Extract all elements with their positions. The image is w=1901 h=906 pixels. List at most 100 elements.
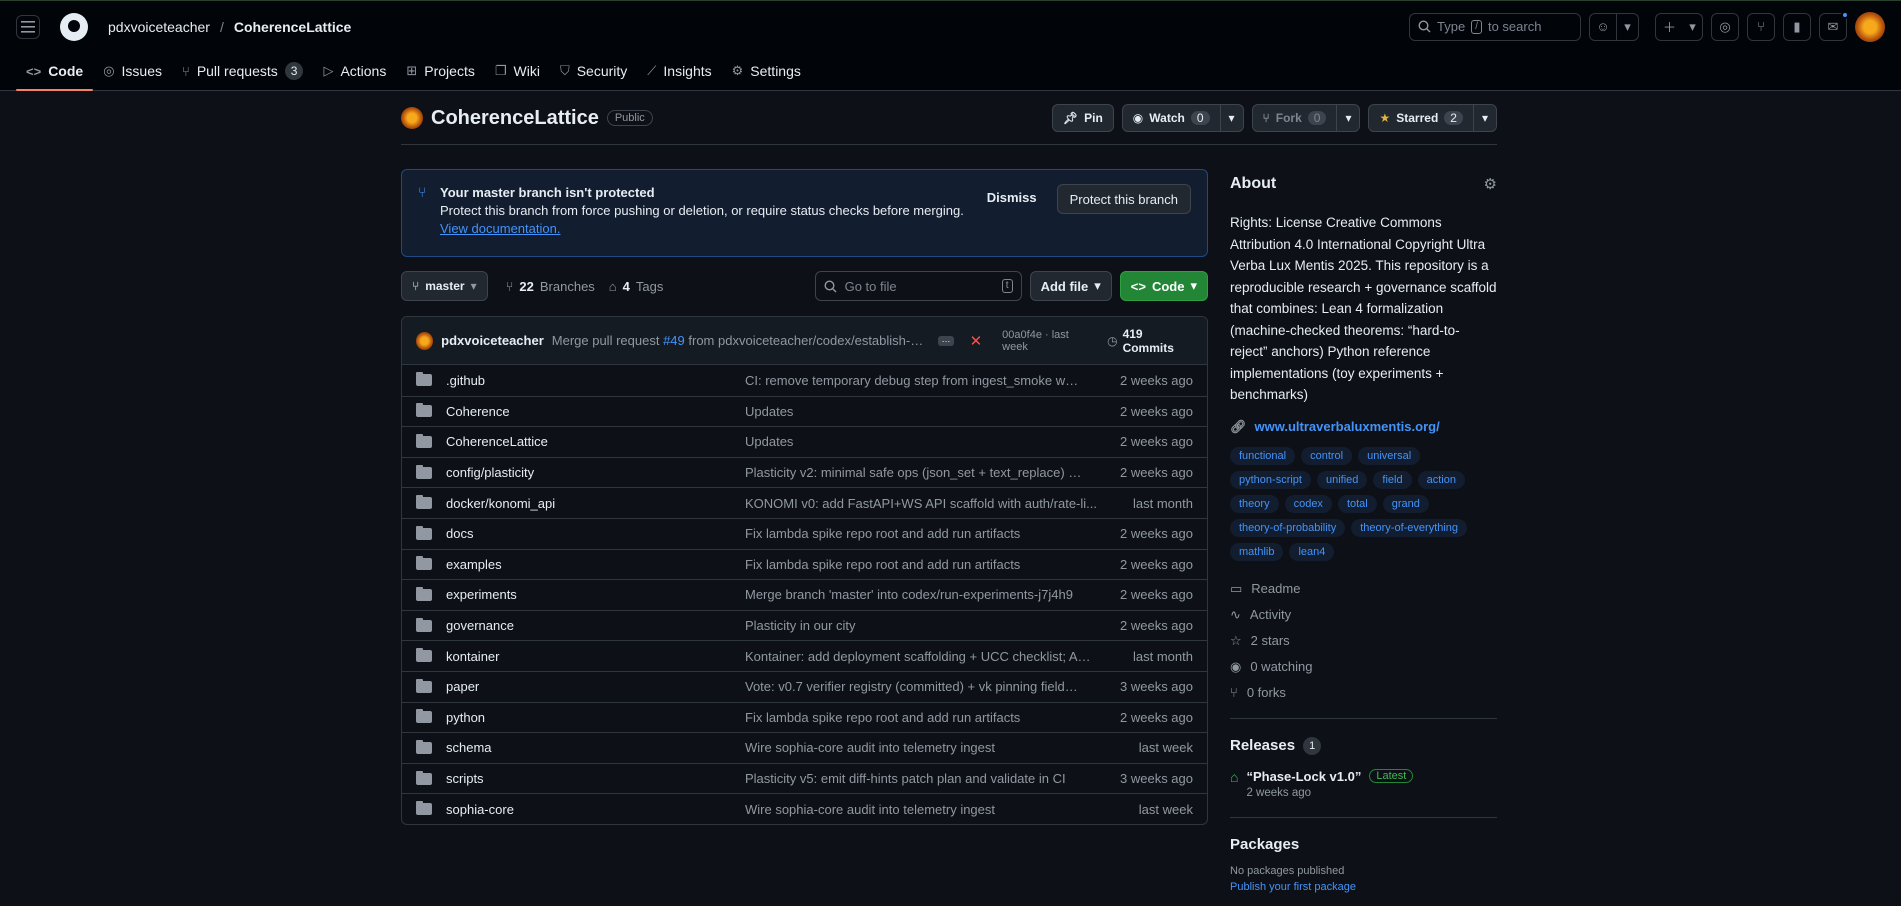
avatar[interactable] [416,331,434,350]
topic-tag[interactable]: functional [1230,446,1296,465]
branch-select[interactable]: ⑂ master ▾ [401,271,488,301]
file-name[interactable]: docker/konomi_api [446,496,745,511]
copilot-menu-button[interactable]: ▾ [1617,12,1639,41]
dismiss-button[interactable]: Dismiss [977,184,1047,211]
create-menu-button[interactable]: ▾ [1683,12,1703,41]
topic-tag[interactable]: field [1373,470,1412,489]
table-row[interactable]: docs Fix lambda spike repo root and add r… [402,517,1207,549]
tab-security[interactable]: ⛉ Security [550,52,637,90]
table-row[interactable]: config/plasticity Plasticity v2: minimal … [402,456,1207,488]
protect-branch-button[interactable]: Protect this branch [1056,184,1191,214]
expand-commit-button[interactable]: … [938,334,954,346]
topic-tag[interactable]: universal [1358,446,1421,465]
view-documentation-link[interactable]: View documentation. [440,221,560,236]
file-name[interactable]: Coherence [446,404,745,419]
table-row[interactable]: python Fix lambda spike repo root and add… [402,701,1207,733]
website-link[interactable]: 🔗︎ www.ultraverbaluxmentis.org/ [1230,419,1497,435]
topic-tag[interactable]: lean4 [1289,542,1335,561]
topic-tag[interactable]: unified [1316,470,1368,489]
inbox-button[interactable]: ✉ [1819,10,1849,41]
packages-heading[interactable]: Packages [1230,836,1299,853]
table-row[interactable]: .github CI: remove temporary debug step f… [402,365,1207,396]
file-name[interactable]: sophia-core [446,802,745,817]
topic-tag[interactable]: theory-of-everything [1351,518,1468,537]
starred-button[interactable]: ★ Starred 2 [1368,104,1474,132]
tab-actions[interactable]: ▷ Actions [313,52,396,90]
table-row[interactable]: scripts Plasticity v5: emit diff-hints pa… [402,762,1207,794]
file-name[interactable]: examples [446,557,745,572]
table-row[interactable]: paper Vote: v0.7 verifier registry (commi… [402,670,1207,702]
file-commit-message[interactable]: Updates [745,404,1120,419]
file-commit-message[interactable]: KONOMI v0: add FastAPI+WS API scaffold w… [745,496,1133,511]
topic-tag[interactable]: control [1301,446,1353,465]
website-url[interactable]: www.ultraverbaluxmentis.org/ [1255,419,1440,434]
table-row[interactable]: kontainer Kontainer: add deployment scaff… [402,640,1207,671]
table-row[interactable]: schema Wire sophia-core audit into teleme… [402,732,1207,763]
topic-tag[interactable]: theory-of-probability [1230,518,1346,537]
file-commit-message[interactable]: Merge branch 'master' into codex/run-exp… [745,587,1120,602]
table-row[interactable]: Coherence Updates 2 weeks ago [402,395,1207,427]
issues-button[interactable]: ◎ [1711,12,1739,41]
file-name[interactable]: governance [446,618,745,633]
create-new-button[interactable]: ＋ [1655,12,1683,41]
fork-button[interactable]: ⑂ Fork 0 [1251,104,1338,132]
repositories-button[interactable]: ▮ [1783,12,1811,41]
tab-settings[interactable]: ⚙ Settings [722,52,811,90]
file-name[interactable]: kontainer [446,649,745,664]
file-commit-message[interactable]: Wire sophia-core audit into telemetry in… [745,740,1139,755]
file-commit-message[interactable]: Kontainer: add deployment scaffolding + … [745,649,1133,664]
stars-link[interactable]: ☆ 2 stars [1230,633,1497,649]
branches-link[interactable]: ⑂ 22 Branches [506,279,595,294]
table-row[interactable]: governance Plasticity in our city 2 weeks … [402,609,1207,641]
go-to-file-input[interactable]: Go to file t [814,271,1022,301]
file-name[interactable]: docs [446,526,745,541]
pull-requests-button[interactable]: ⑂ [1747,12,1775,41]
file-name[interactable]: experiments [446,587,745,602]
file-commit-message[interactable]: Plasticity in our city [745,618,1120,633]
pull-request-link[interactable]: #49 [663,333,685,348]
commit-message[interactable]: Merge pull request #49 from pdxvoiceteac… [552,333,925,348]
table-row[interactable]: docker/konomi_api KONOMI v0: add FastAPI+… [402,487,1207,518]
file-commit-message[interactable]: Wire sophia-core audit into telemetry in… [745,802,1139,817]
fork-menu-button[interactable]: ▾ [1337,104,1361,132]
repo-link[interactable]: CoherenceLattice [234,19,351,35]
file-commit-message[interactable]: Fix lambda spike repo root and add run a… [745,557,1120,572]
file-commit-message[interactable]: CI: remove temporary debug step from ing… [745,373,1120,388]
file-name[interactable]: python [446,710,745,725]
tab-issues[interactable]: ◎ Issues [93,52,172,90]
releases-heading[interactable]: Releases [1230,737,1295,754]
file-name[interactable]: schema [446,740,745,755]
file-commit-message[interactable]: Plasticity v2: minimal safe ops (json_se… [745,465,1120,480]
commit-author[interactable]: pdxvoiceteacher [441,333,544,348]
star-menu-button[interactable]: ▾ [1473,104,1497,132]
repo-title[interactable]: CoherenceLattice [431,107,599,130]
owner-link[interactable]: pdxvoiceteacher [108,19,210,35]
menu-button[interactable] [16,14,40,39]
topic-tag[interactable]: mathlib [1230,542,1284,561]
table-row[interactable]: experiments Merge branch 'master' into co… [402,579,1207,610]
add-file-button[interactable]: Add file ▾ [1029,271,1112,301]
code-button[interactable]: <> Code ▾ [1119,271,1208,301]
file-name[interactable]: scripts [446,771,745,786]
file-commit-message[interactable]: Plasticity v5: emit diff-hints patch pla… [745,771,1120,786]
activity-link[interactable]: ∿ Activity [1230,607,1497,623]
github-logo-icon[interactable] [60,12,88,41]
watch-menu-button[interactable]: ▾ [1220,104,1244,132]
commits-link[interactable]: ◷ 419 Commits [1107,327,1193,355]
watch-button[interactable]: ◉ Watch 0 [1121,104,1221,132]
release-name[interactable]: “Phase-Lock v1.0” [1246,769,1361,784]
topic-tag[interactable]: action [1417,470,1465,489]
avatar[interactable] [1855,11,1885,42]
tab-code[interactable]: <> Code [16,52,94,91]
topic-tag[interactable]: codex [1284,494,1332,513]
topic-tag[interactable]: total [1337,494,1377,513]
tab-pull-requests[interactable]: ⑂ Pull requests 3 [172,52,313,90]
tab-wiki[interactable]: ❐ Wiki [485,52,550,90]
publish-package-link[interactable]: Publish your first package [1230,881,1497,893]
readme-link[interactable]: ▭ Readme [1230,581,1497,597]
pin-button[interactable]: 📌︎ Pin [1051,104,1114,132]
forks-link[interactable]: ⑂ 0 forks [1230,685,1497,700]
file-name[interactable]: config/plasticity [446,465,745,480]
file-name[interactable]: paper [446,679,745,694]
file-name[interactable]: .github [446,373,745,388]
